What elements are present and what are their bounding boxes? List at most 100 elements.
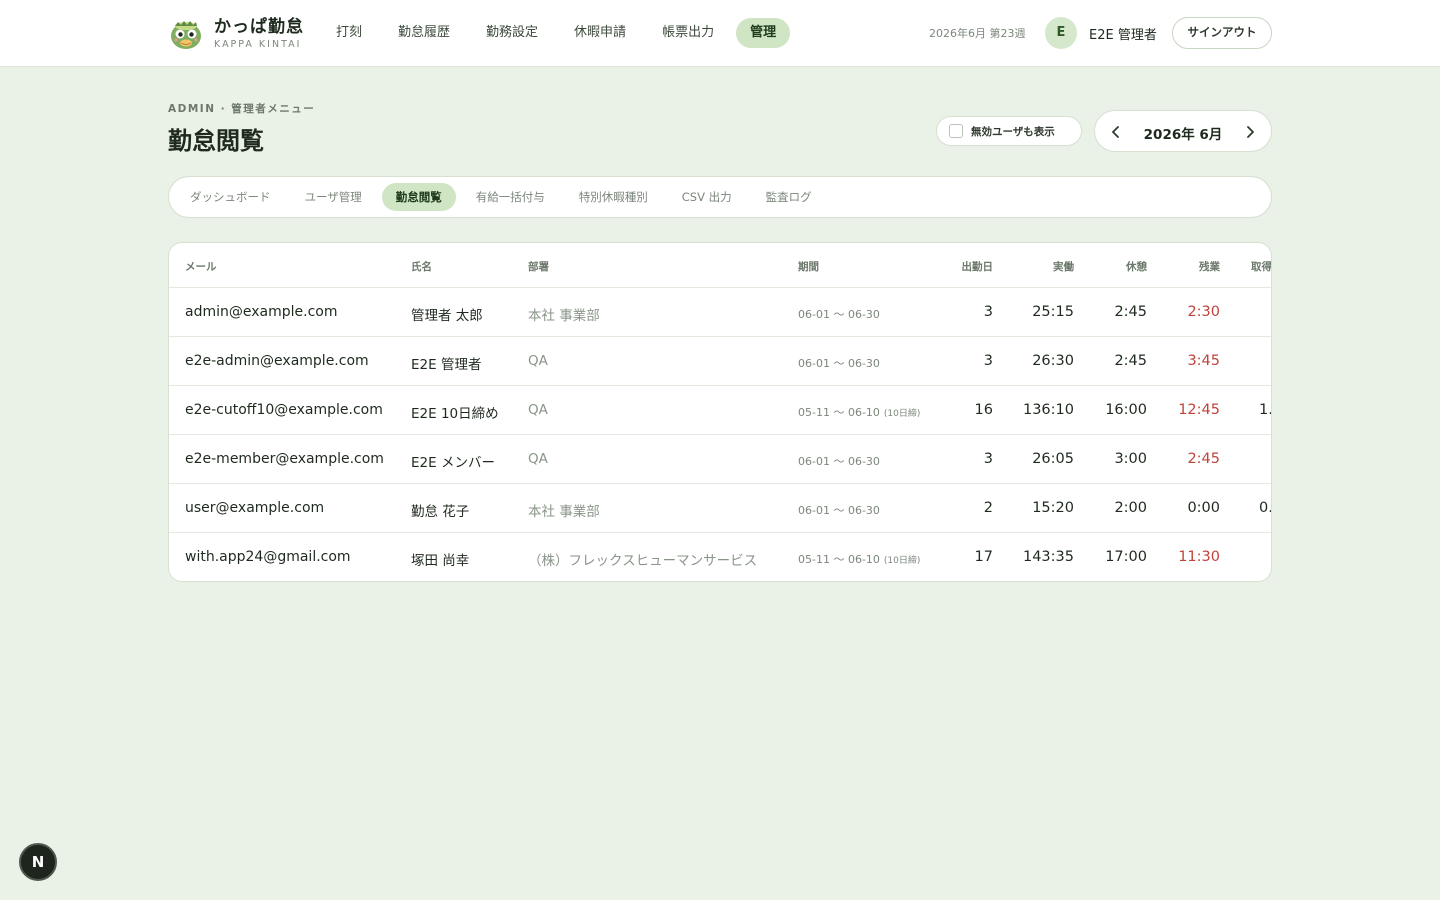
days-cell: 16	[974, 402, 993, 418]
table-row[interactable]: user@example.com 勤怠 花子 本社 事業部 06-01 〜 06-30…	[169, 484, 1272, 533]
nav-item-history[interactable]: 勤怠履歴	[384, 18, 464, 48]
period-cell: 06-01 〜 06-30	[798, 502, 880, 518]
work-cell: 25:15	[1032, 304, 1074, 320]
table-row[interactable]: e2e-admin@example.com E2E 管理者 QA 06-01 〜 06…	[169, 337, 1271, 386]
email-cell: admin@example.com	[185, 304, 338, 320]
column-header-break[interactable]: 休憩	[1126, 259, 1147, 274]
email-cell: e2e-member@example.com	[185, 451, 384, 467]
dev-tools-badge[interactable]: N	[19, 843, 57, 881]
nav-item-work-settings[interactable]: 勤務設定	[472, 18, 552, 48]
tab-special-leave-types[interactable]: 特別休暇種別	[565, 183, 662, 211]
column-header-email[interactable]: メール	[185, 259, 217, 274]
dept-cell: 本社 事業部	[528, 308, 600, 324]
page-title: 勤怠閲覧	[168, 127, 264, 155]
tab-dashboard[interactable]: ダッシュボード	[176, 183, 285, 211]
column-header-work[interactable]: 実働	[1053, 259, 1074, 274]
days-cell: 3	[983, 353, 993, 369]
overtime-cell: 2:45	[1187, 451, 1220, 467]
column-header-acquired[interactable]: 取得	[1251, 259, 1271, 274]
email-cell: with.app24@gmail.com	[185, 549, 351, 565]
signout-button[interactable]: サインアウト	[1172, 17, 1272, 49]
dept-cell: QA	[528, 451, 548, 467]
top-header: かっぱ勤怠 KAPPA KINTAI 打刻 勤怠履歴 勤務設定 休暇申請 帳票出…	[0, 0, 1440, 67]
name-cell: E2E メンバー	[411, 455, 495, 471]
table-row[interactable]: e2e-cutoff10@example.com E2E 10日締め QA 05-11…	[169, 386, 1272, 435]
period-range: 05-11 〜 06-10	[798, 553, 880, 566]
kappa-logo-icon	[171, 21, 201, 49]
break-cell: 3:00	[1114, 451, 1147, 467]
break-cell: 17:00	[1105, 549, 1147, 565]
tab-user-management[interactable]: ユーザ管理	[291, 183, 376, 211]
dept-cell: QA	[528, 402, 548, 418]
brand-name: かっぱ勤怠	[214, 16, 304, 37]
brand-subtitle: KAPPA KINTAI	[214, 38, 302, 50]
nav-item-reports[interactable]: 帳票出力	[648, 18, 728, 48]
table-row[interactable]: admin@example.com 管理者 太郎 本社 事業部 06-01 〜 06-…	[169, 288, 1271, 337]
work-cell: 26:30	[1032, 353, 1074, 369]
work-cell: 15:20	[1032, 500, 1074, 516]
acquired-cell: 1.	[1259, 402, 1272, 418]
tab-csv-export[interactable]: CSV 出力	[668, 183, 746, 211]
name-cell: E2E 10日締め	[411, 406, 499, 422]
breadcrumb: ADMIN · 管理者メニュー	[168, 103, 316, 115]
overtime-cell: 3:45	[1187, 353, 1220, 369]
nav-item-leave-request[interactable]: 休暇申請	[560, 18, 640, 48]
column-header-overtime[interactable]: 残業	[1199, 259, 1220, 274]
days-cell: 3	[983, 451, 993, 467]
table-row[interactable]: with.app24@gmail.com 塚田 尚幸 （株）フレックスヒューマンサー…	[169, 533, 1271, 581]
overtime-cell: 12:45	[1178, 402, 1220, 418]
week-label: 2026年6月 第23週	[929, 27, 1026, 40]
overtime-cell: 0:00	[1187, 500, 1220, 516]
name-cell: E2E 管理者	[411, 357, 482, 373]
table-row[interactable]: e2e-member@example.com E2E メンバー QA 06-01 〜 …	[169, 435, 1271, 484]
attendance-table: メール 氏名 部署 期間 出勤日 実働 休憩 残業 取得 admin@examp…	[168, 242, 1272, 582]
tab-attendance-view[interactable]: 勤怠閲覧	[381, 183, 456, 211]
show-inactive-toggle[interactable]: 無効ユーザも表示	[936, 116, 1082, 146]
work-cell: 143:35	[1022, 549, 1074, 565]
work-cell: 136:10	[1022, 402, 1074, 418]
name-cell: 勤怠 花子	[411, 504, 470, 520]
cutoff-note: (10日締)	[883, 556, 921, 566]
column-header-dept[interactable]: 部署	[528, 259, 549, 274]
avatar[interactable]: E	[1045, 17, 1077, 49]
period-range: 06-01 〜 06-30	[798, 504, 880, 517]
period-cell: 05-11 〜 06-10 (10日締)	[798, 551, 920, 567]
nav-item-punch[interactable]: 打刻	[322, 18, 376, 48]
main-nav: 打刻 勤怠履歴 勤務設定 休暇申請 帳票出力 管理	[322, 18, 798, 48]
user-name: E2E 管理者	[1089, 28, 1157, 43]
nav-item-admin[interactable]: 管理	[736, 18, 791, 48]
acquired-cell: 0.	[1259, 500, 1272, 516]
dept-cell: （株）フレックスヒューマンサービス	[528, 553, 758, 569]
show-inactive-label: 無効ユーザも表示	[971, 125, 1055, 138]
period-range: 06-01 〜 06-30	[798, 308, 880, 321]
period-range: 06-01 〜 06-30	[798, 357, 880, 370]
brand[interactable]: かっぱ勤怠 KAPPA KINTAI	[168, 16, 304, 52]
admin-tabs: ダッシュボード ユーザ管理 勤怠閲覧 有給一括付与 特別休暇種別 CSV 出力 …	[168, 176, 1272, 218]
email-cell: e2e-cutoff10@example.com	[185, 402, 383, 418]
dept-cell: QA	[528, 353, 548, 369]
show-inactive-checkbox[interactable]	[949, 124, 963, 138]
days-cell: 2	[983, 500, 993, 516]
chevron-right-icon[interactable]	[1240, 122, 1260, 142]
brand-text: かっぱ勤怠 KAPPA KINTAI	[214, 17, 304, 52]
period-cell: 06-01 〜 06-30	[798, 453, 880, 469]
column-header-days[interactable]: 出勤日	[962, 259, 994, 274]
month-picker: 2026年 6月	[1094, 110, 1272, 152]
break-cell: 2:45	[1114, 353, 1147, 369]
dept-cell: 本社 事業部	[528, 504, 600, 520]
break-cell: 16:00	[1105, 402, 1147, 418]
period-cell: 05-11 〜 06-10 (10日締)	[798, 404, 920, 420]
column-header-period[interactable]: 期間	[798, 259, 819, 274]
work-cell: 26:05	[1032, 451, 1074, 467]
email-cell: e2e-admin@example.com	[185, 353, 369, 369]
break-cell: 2:45	[1114, 304, 1147, 320]
overtime-cell: 11:30	[1178, 549, 1220, 565]
tab-paid-leave-grant[interactable]: 有給一括付与	[462, 183, 559, 211]
break-cell: 2:00	[1114, 500, 1147, 516]
email-cell: user@example.com	[185, 500, 325, 516]
name-cell: 管理者 太郎	[411, 308, 483, 324]
tab-audit-log[interactable]: 監査ログ	[752, 183, 826, 211]
column-header-name[interactable]: 氏名	[411, 259, 432, 274]
overtime-cell: 2:30	[1187, 304, 1220, 320]
period-cell: 06-01 〜 06-30	[798, 355, 880, 371]
